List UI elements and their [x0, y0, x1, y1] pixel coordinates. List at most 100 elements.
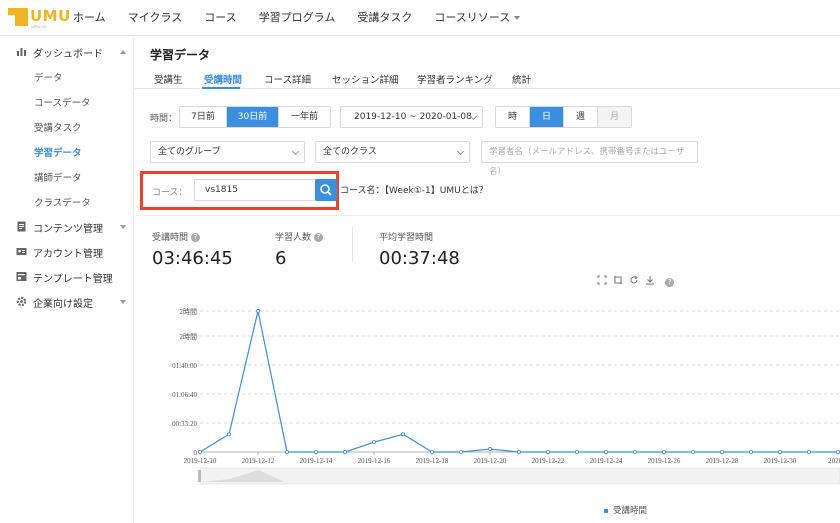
help-icon[interactable]: ?	[191, 233, 201, 242]
data-zoom-slider	[199, 467, 840, 485]
sidebar-item-data[interactable]: データ	[34, 70, 63, 84]
y-tick-label: 01:40:00	[172, 362, 197, 370]
stat-average-time: 平均学習時間 00:37:48	[379, 230, 460, 269]
sidebar-item-class-data[interactable]: クラスデータ	[34, 195, 91, 209]
stat-label: 平均学習時間	[379, 233, 434, 243]
x-tick-label: 2019-12-30	[764, 457, 797, 465]
series-line	[199, 310, 838, 453]
data-point	[458, 449, 463, 454]
nav-course-task[interactable]: 受講タスク	[357, 9, 412, 25]
granularity-day-button[interactable]: 日	[530, 107, 564, 127]
sidebar-group-content[interactable]: コンテンツ管理	[0, 215, 134, 239]
course-code-input[interactable]: vs1815	[194, 179, 316, 201]
data-point	[749, 449, 754, 454]
refresh-icon[interactable]	[629, 275, 639, 285]
document-icon	[17, 221, 26, 232]
data-point	[720, 449, 725, 454]
stat-learner-count: 学習人数? 6	[275, 230, 324, 269]
template-icon	[16, 272, 27, 281]
nav-home[interactable]: ホーム	[73, 9, 106, 25]
umu-logo[interactable]: UMU umu.co	[8, 6, 70, 30]
tab-statistics[interactable]: 統計	[512, 72, 531, 86]
course-search-highlight: コース： vs1815	[140, 171, 339, 210]
tab-course-detail[interactable]: コース詳細	[264, 72, 311, 86]
range-30-days-button[interactable]: 30日前	[227, 107, 279, 127]
data-point	[662, 449, 667, 454]
nav-learning-program[interactable]: 学習プログラム	[259, 9, 336, 25]
zoom-icon[interactable]	[597, 275, 607, 285]
zoom-reset-icon[interactable]	[613, 275, 623, 285]
sidebar-group-enterprise[interactable]: 企業向け設定	[0, 290, 134, 314]
id-card-icon	[16, 248, 27, 255]
bar-chart-icon	[17, 48, 26, 56]
x-tick-label: 2019-12-22	[532, 457, 565, 465]
class-select-value: 全てのクラス	[323, 147, 377, 157]
x-tick-label: 2019-12-12	[242, 457, 275, 465]
data-point	[632, 449, 637, 454]
learning-time-chart: 0 00:33:20 01:06:40 01:40:00 2時間 2時間 2019-12-1…	[172, 308, 840, 485]
help-icon[interactable]: ?	[665, 278, 674, 287]
download-icon[interactable]	[645, 275, 655, 285]
x-tick-label: 2019-12-24	[590, 457, 623, 465]
sidebar-item-learning-data[interactable]: 学習データ	[34, 145, 82, 159]
tab-learners[interactable]: 受講生	[154, 72, 183, 86]
sidebar-group-template[interactable]: テンプレート管理	[0, 265, 134, 289]
stat-value: 6	[275, 248, 287, 269]
range-1-year-button[interactable]: 一年前	[279, 107, 330, 127]
x-tick-label: 2019-12-16	[358, 457, 391, 465]
nav-course[interactable]: コース	[204, 9, 236, 25]
data-point	[574, 449, 579, 454]
sidebar-group-label: アカウント管理	[33, 249, 103, 260]
tab-learning-time[interactable]: 受講時間	[204, 72, 242, 86]
logo-mark-icon	[8, 8, 28, 26]
chart-legend[interactable]: 受講時間	[604, 504, 647, 516]
stat-label: 学習人数	[275, 233, 312, 243]
help-icon[interactable]: ?	[314, 233, 324, 242]
x-tick-label: 2020-0	[828, 457, 840, 465]
legend-label: 受講時間	[613, 506, 648, 516]
sidebar-item-course-data[interactable]: コースデータ	[34, 95, 91, 109]
legend-swatch	[604, 508, 608, 513]
group-select[interactable]: 全てのグループ	[150, 141, 305, 163]
y-tick-label: 2時間	[180, 308, 198, 316]
active-tab-indicator	[202, 87, 240, 89]
y-tick-label: 2時間	[180, 333, 198, 341]
sidebar-group-account[interactable]: アカウント管理	[0, 240, 134, 264]
sidebar: ダッシュボード データ コースデータ 受講タスク 学習データ 講師データ クラス…	[0, 37, 134, 523]
x-tick-label: 2019-12-28	[706, 457, 739, 465]
granularity-hour-button[interactable]: 時	[496, 107, 530, 127]
nav-course-resource-label: コースリソース	[434, 11, 511, 24]
learner-search-input[interactable]: 学習者名（メールアドレス、携帯番号またはユーザ名）	[481, 141, 698, 177]
logo-subtext: umu.co	[31, 24, 46, 29]
data-zoom-handle	[198, 470, 201, 482]
data-point	[400, 432, 405, 437]
class-select[interactable]: 全てのクラス	[315, 141, 470, 163]
section-divider	[135, 215, 840, 216]
date-range-picker[interactable]: 2019-12-10 ~ 2020-01-08	[340, 106, 483, 128]
y-tick-label: 00:33:20	[172, 420, 197, 428]
main-content: 学習データ 受講生 受講時間 コース詳細 セッション詳細 学習者ランキング 統計…	[135, 37, 840, 523]
top-navbar: UMU umu.co ホーム マイクラス コース 学習プログラム 受講タスク コ…	[0, 0, 840, 36]
granularity-segmented-control: 時 日 週 月	[495, 106, 632, 128]
x-tick-label: 2019-12-10	[184, 457, 217, 465]
granularity-week-button[interactable]: 週	[564, 107, 598, 127]
chevron-down-icon	[120, 300, 126, 304]
tab-session-detail[interactable]: セッション詳細	[332, 72, 399, 86]
nav-course-resource[interactable]: コースリソース	[434, 9, 521, 25]
granularity-month-button[interactable]: 月	[598, 107, 631, 127]
sidebar-group-label: テンプレート管理	[33, 274, 113, 285]
x-tick-label: 2019-12-20	[474, 457, 507, 465]
stat-learning-time: 受講時間? 03:46:45	[152, 230, 233, 269]
sidebar-item-course-task[interactable]: 受講タスク	[34, 120, 82, 134]
sidebar-group-dashboard[interactable]: ダッシュボード	[0, 40, 134, 64]
sidebar-group-label: ダッシュボード	[33, 49, 103, 60]
data-point	[516, 449, 521, 454]
main-nav: ホーム マイクラス コース 学習プログラム 受講タスク コースリソース	[73, 9, 542, 25]
sidebar-group-label: コンテンツ管理	[33, 224, 103, 235]
x-tick-label: 2019-12-14	[300, 457, 333, 465]
range-7-days-button[interactable]: 7日前	[180, 107, 227, 127]
sidebar-item-instructor-data[interactable]: 講師データ	[34, 170, 82, 184]
tab-ranking[interactable]: 学習者ランキング	[417, 72, 493, 86]
nav-my-class[interactable]: マイクラス	[128, 9, 183, 25]
course-search-button[interactable]	[315, 179, 337, 201]
